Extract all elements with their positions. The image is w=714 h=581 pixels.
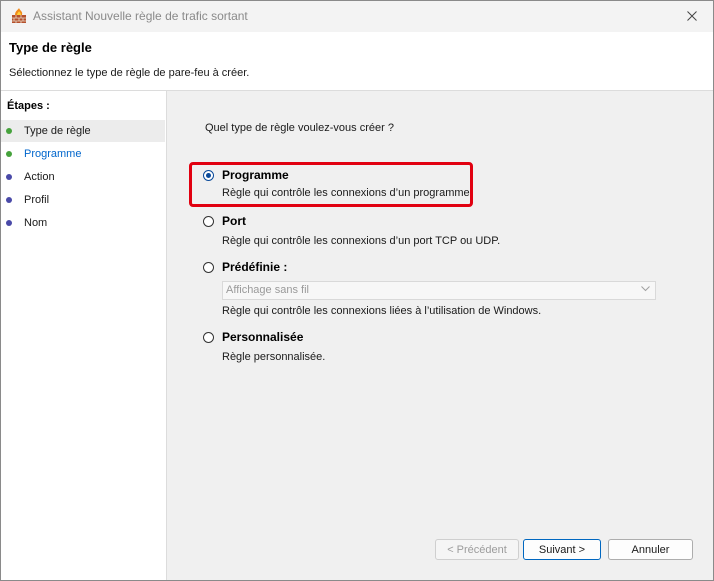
- step-label: Profil: [24, 194, 50, 206]
- step-profil: Profil: [1, 189, 165, 211]
- option-description: Règle qui contrôle les connexions liées …: [222, 305, 542, 317]
- step-label[interactable]: Programme: [24, 148, 81, 160]
- step-label: Type de règle: [24, 125, 91, 137]
- steps-title: Étapes :: [7, 100, 50, 112]
- wizard-header: Type de règle Sélectionnez le type de rè…: [1, 32, 713, 91]
- step-programme[interactable]: Programme: [1, 143, 165, 165]
- page-title: Type de règle: [9, 40, 92, 55]
- step-pending-icon: [6, 174, 12, 180]
- option-label[interactable]: Prédéfinie :: [222, 260, 287, 274]
- option-label[interactable]: Personnalisée: [222, 330, 303, 344]
- step-label: Nom: [24, 217, 48, 229]
- page-subtitle: Sélectionnez le type de règle de pare-fe…: [9, 67, 250, 79]
- option-description: Règle qui contrôle les connexions d’un p…: [222, 235, 501, 247]
- close-icon: [687, 11, 697, 21]
- option-label[interactable]: Port: [222, 214, 246, 228]
- step-done-icon: [6, 151, 12, 157]
- next-button[interactable]: Suivant >: [523, 539, 601, 560]
- chevron-down-icon: [641, 286, 650, 292]
- close-button[interactable]: [677, 4, 707, 28]
- rule-type-question: Quel type de règle voulez-vous créer ?: [205, 122, 394, 134]
- predefinie-radio[interactable]: [203, 262, 214, 273]
- personnalisee-radio[interactable]: [203, 332, 214, 343]
- cancel-button[interactable]: Annuler: [608, 539, 693, 560]
- predefined-rule-select[interactable]: Affichage sans fil: [222, 281, 656, 300]
- wizard-window: Assistant Nouvelle règle de trafic sorta…: [0, 0, 714, 581]
- previous-button[interactable]: < Précédent: [435, 539, 519, 560]
- step-nom: Nom: [1, 212, 165, 234]
- step-pending-icon: [6, 197, 12, 203]
- step-label: Action: [24, 171, 55, 183]
- port-radio[interactable]: [203, 216, 214, 227]
- step-done-icon: [6, 128, 12, 134]
- title-bar: Assistant Nouvelle règle de trafic sorta…: [1, 1, 713, 32]
- firewall-wall-icon: [11, 8, 27, 24]
- select-value: Affichage sans fil: [226, 284, 309, 296]
- option-description: Règle personnalisée.: [222, 351, 326, 363]
- steps-panel: Étapes : Type de règle Programme Action …: [1, 91, 167, 580]
- window-title: Assistant Nouvelle règle de trafic sorta…: [33, 9, 248, 23]
- step-type-de-regle: Type de règle: [1, 120, 165, 142]
- highlight-annotation: [189, 162, 473, 207]
- step-pending-icon: [6, 220, 12, 226]
- step-action: Action: [1, 166, 165, 188]
